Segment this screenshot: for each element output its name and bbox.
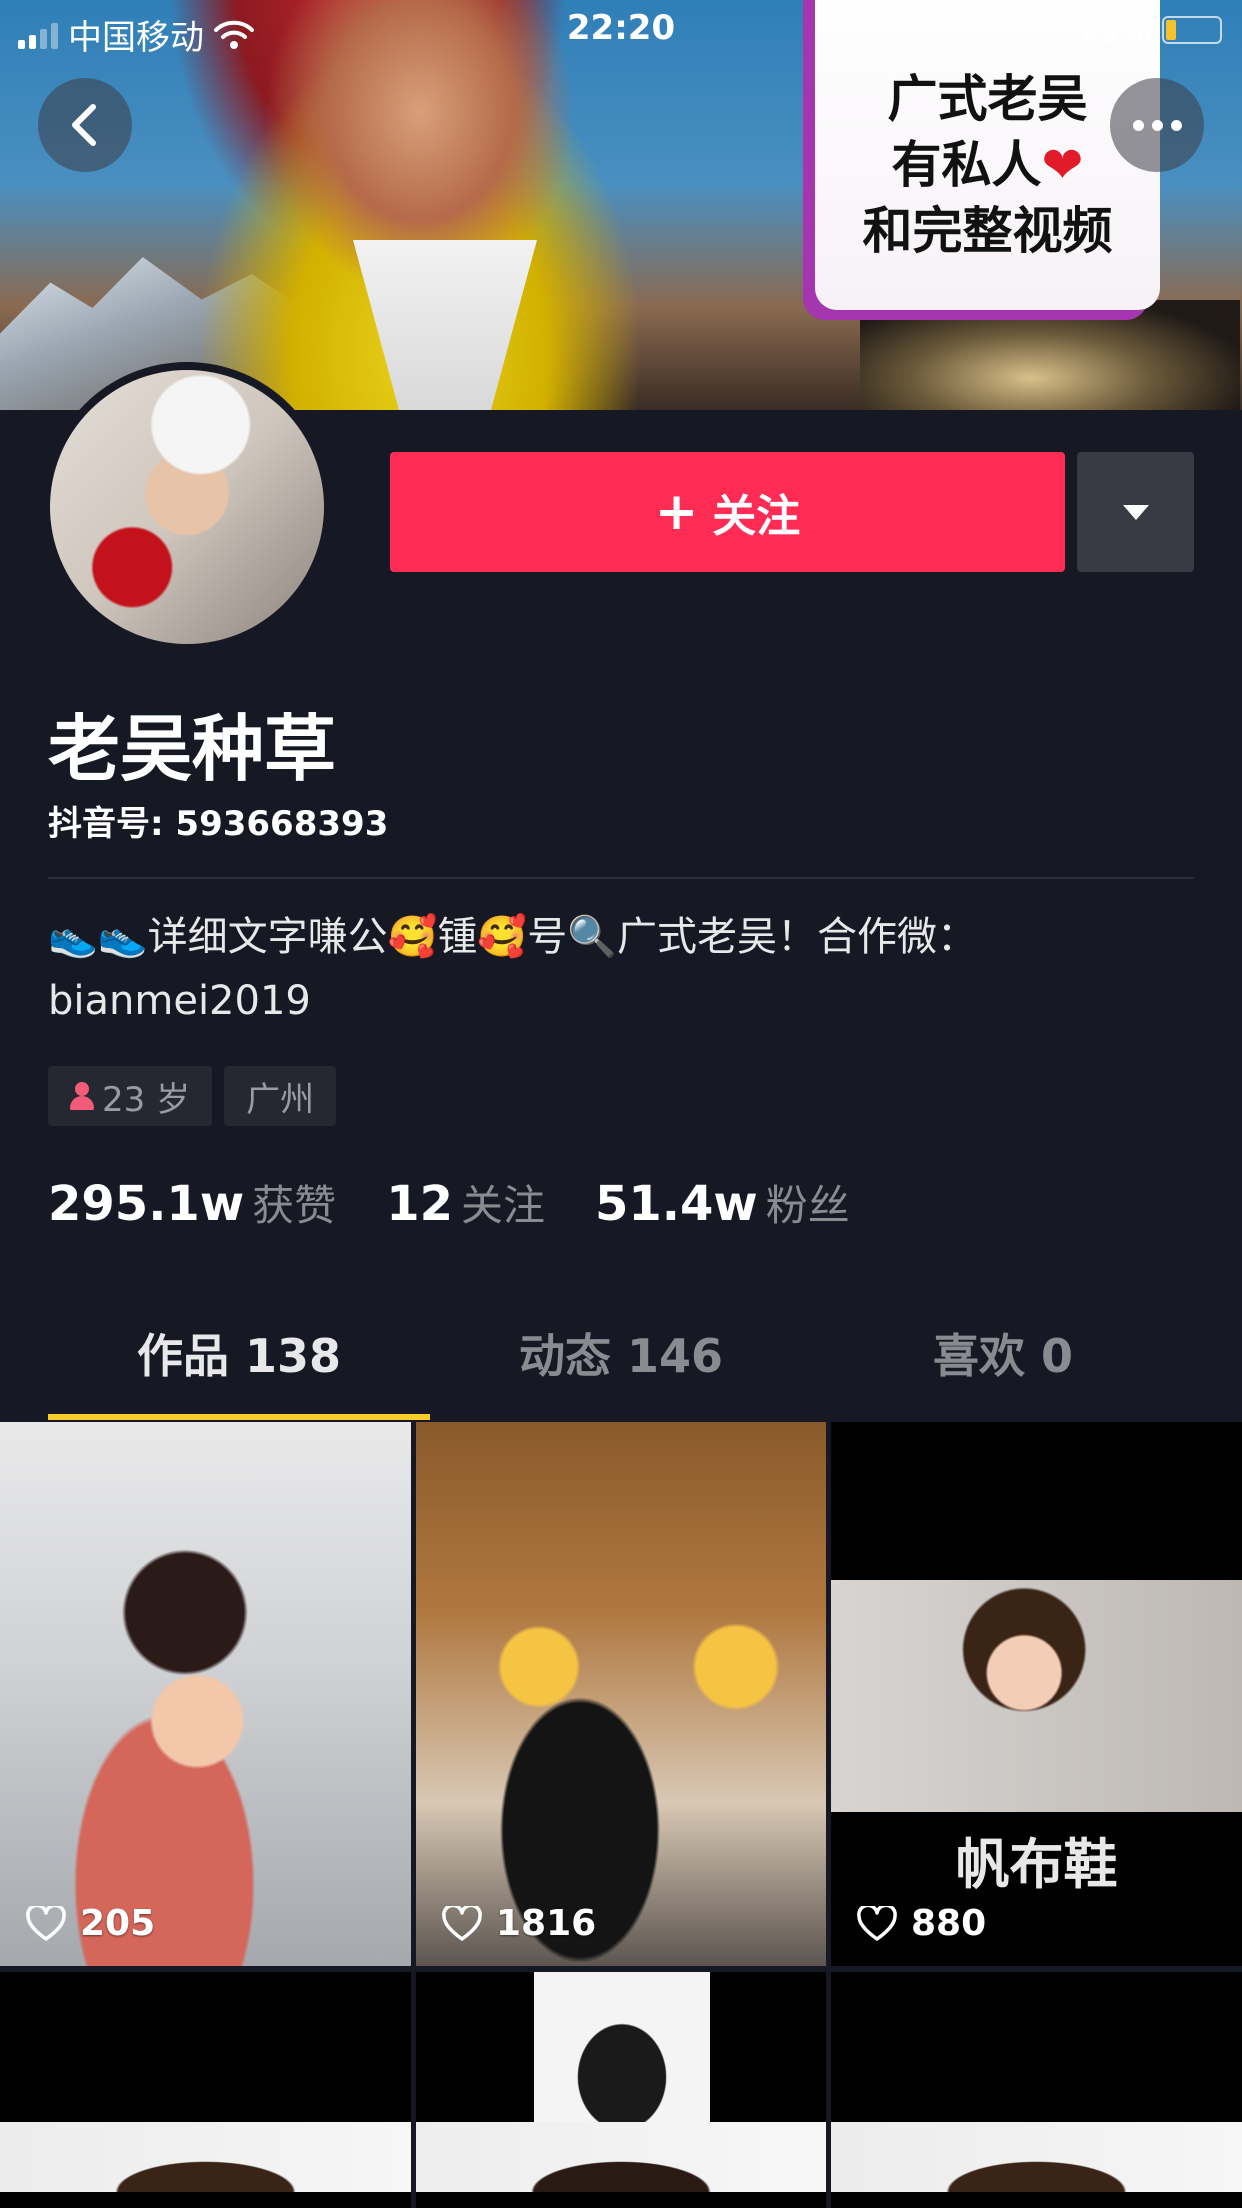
heart-icon	[857, 1905, 897, 1941]
profile-tags: 23 岁 广州	[48, 1066, 337, 1126]
video-likes: 880	[857, 1903, 986, 1944]
tab-works[interactable]: 作品 138	[48, 1320, 430, 1420]
douyin-id: 抖音号: 593668393	[48, 804, 389, 844]
battery-percent: 13%	[1076, 10, 1152, 50]
video-thumbnail[interactable]	[416, 1972, 826, 2208]
divider	[48, 877, 1194, 879]
back-icon	[72, 104, 96, 146]
profile-name: 老吴种草	[48, 707, 337, 791]
video-caption: 帆布鞋	[955, 1833, 1118, 1896]
back-button[interactable]	[38, 78, 132, 172]
likes-label: 获赞	[252, 1181, 337, 1230]
heart-icon: ❤	[1041, 136, 1084, 194]
age-tag: 23 岁	[48, 1066, 213, 1126]
dropdown-icon	[1122, 504, 1149, 520]
city-label: 广州	[246, 1079, 315, 1120]
banner-motorcycle	[860, 300, 1240, 410]
stat-followers[interactable]: 51.4w 粉丝	[595, 1172, 850, 1233]
profile-banner: 广式老吴 有私人❤ 和完整视频	[0, 0, 1242, 410]
tab-liked[interactable]: 喜欢 0	[812, 1320, 1194, 1420]
video-likes-count: 880	[911, 1903, 987, 1944]
video-thumbnail[interactable]: 205	[0, 1422, 411, 1966]
heart-icon	[442, 1905, 482, 1941]
poster-line-2: 有私人❤	[891, 136, 1084, 194]
profile-stats: 295.1w 获赞 12 关注 51.4w 粉丝	[48, 1172, 850, 1233]
stat-likes[interactable]: 295.1w 获赞	[48, 1172, 336, 1233]
video-thumbnail[interactable]	[0, 1972, 411, 2208]
city-tag: 广州	[224, 1066, 337, 1126]
followers-label: 粉丝	[765, 1181, 850, 1230]
recommend-dropdown-button[interactable]	[1077, 452, 1194, 572]
video-thumbnail[interactable]: 1816	[416, 1422, 826, 1966]
age-label: 23 岁	[102, 1079, 191, 1120]
video-likes-count: 205	[80, 1903, 156, 1944]
female-icon	[70, 1082, 94, 1110]
followers-count: 51.4w	[595, 1176, 758, 1232]
stat-following[interactable]: 12 关注	[386, 1172, 545, 1233]
video-likes: 1816	[442, 1903, 596, 1944]
video-thumbnail[interactable]	[831, 1972, 1242, 2208]
more-icon	[1132, 119, 1182, 131]
follow-label: 关注	[712, 491, 801, 542]
plus-icon: +	[654, 482, 699, 542]
status-time: 22:20	[566, 8, 676, 48]
follow-button[interactable]: + 关注	[390, 452, 1065, 572]
profile-bio: 👟👟详细文字嗛公🥰锺🥰号🔍广式老吴！合作微： bianmei2019	[48, 905, 1208, 1033]
profile-tabs: 作品 138 动态 146 喜欢 0	[48, 1320, 1194, 1420]
video-grid: 205 1816 帆布鞋 880	[0, 1422, 1242, 2208]
video-likes: 205	[26, 1903, 155, 1944]
battery-status: 13%	[1076, 10, 1222, 50]
heart-icon	[26, 1905, 66, 1941]
following-label: 关注	[460, 1181, 545, 1230]
likes-count: 295.1w	[48, 1176, 245, 1232]
battery-icon	[1162, 16, 1222, 44]
status-bar: 中国移动 22:20 13%	[0, 0, 1242, 60]
video-thumbnail[interactable]: 帆布鞋 880	[831, 1422, 1242, 1966]
tab-dynamics[interactable]: 动态 146	[430, 1320, 812, 1420]
video-likes-count: 1816	[496, 1903, 597, 1944]
more-button[interactable]	[1110, 78, 1204, 172]
poster-line-3: 和完整视频	[862, 202, 1113, 260]
avatar[interactable]	[42, 362, 332, 652]
poster-line-1: 广式老吴	[887, 70, 1088, 128]
bio-line-1: 👟👟详细文字嗛公🥰锺🥰号🔍广式老吴！合作微：	[48, 914, 978, 960]
following-count: 12	[386, 1176, 453, 1232]
bio-line-2: bianmei2019	[48, 978, 311, 1024]
